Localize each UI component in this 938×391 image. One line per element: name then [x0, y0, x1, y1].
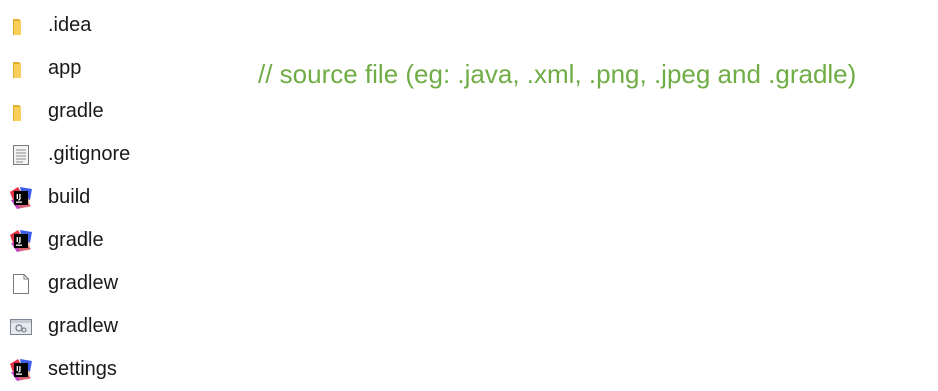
file-item-settings[interactable]: IJ settings: [9, 348, 130, 391]
svg-text:IJ: IJ: [16, 236, 21, 244]
source-file-annotation: // source file (eg: .java, .xml, .png, .…: [258, 59, 857, 89]
svg-text:IJ: IJ: [16, 193, 21, 201]
file-item-gitignore[interactable]: .gitignore: [9, 133, 130, 176]
folder-icon: [9, 100, 33, 124]
text-file-icon: [9, 143, 33, 167]
file-name: settings: [48, 358, 117, 380]
intellij-file-icon: IJ: [9, 186, 33, 210]
file-name: .idea: [48, 14, 92, 36]
file-name: .gitignore: [48, 143, 131, 165]
intellij-file-icon: IJ: [9, 358, 33, 382]
file-name: app: [48, 57, 82, 79]
file-item-gradle-folder[interactable]: gradle: [9, 90, 130, 133]
blank-file-icon: [9, 272, 33, 296]
file-name: gradlew: [48, 272, 119, 294]
file-name: build: [48, 186, 91, 208]
file-item-idea[interactable]: .idea: [9, 4, 130, 47]
settings-file-icon: [9, 315, 33, 339]
file-item-gradlew-bat[interactable]: gradlew: [9, 305, 130, 348]
folder-icon: [9, 14, 33, 38]
file-name: gradle: [48, 229, 104, 251]
file-list: .idea app gradle .gitignore IJ build IJ …: [9, 4, 130, 391]
folder-icon: [9, 57, 33, 81]
svg-text:IJ: IJ: [16, 365, 21, 373]
file-item-app[interactable]: app: [9, 47, 130, 90]
intellij-file-icon: IJ: [9, 229, 33, 253]
file-name: gradle: [48, 100, 104, 122]
file-item-build[interactable]: IJ build: [9, 176, 130, 219]
file-item-gradlew[interactable]: gradlew: [9, 262, 130, 305]
file-name: gradlew: [48, 315, 119, 337]
file-item-gradle-file[interactable]: IJ gradle: [9, 219, 130, 262]
